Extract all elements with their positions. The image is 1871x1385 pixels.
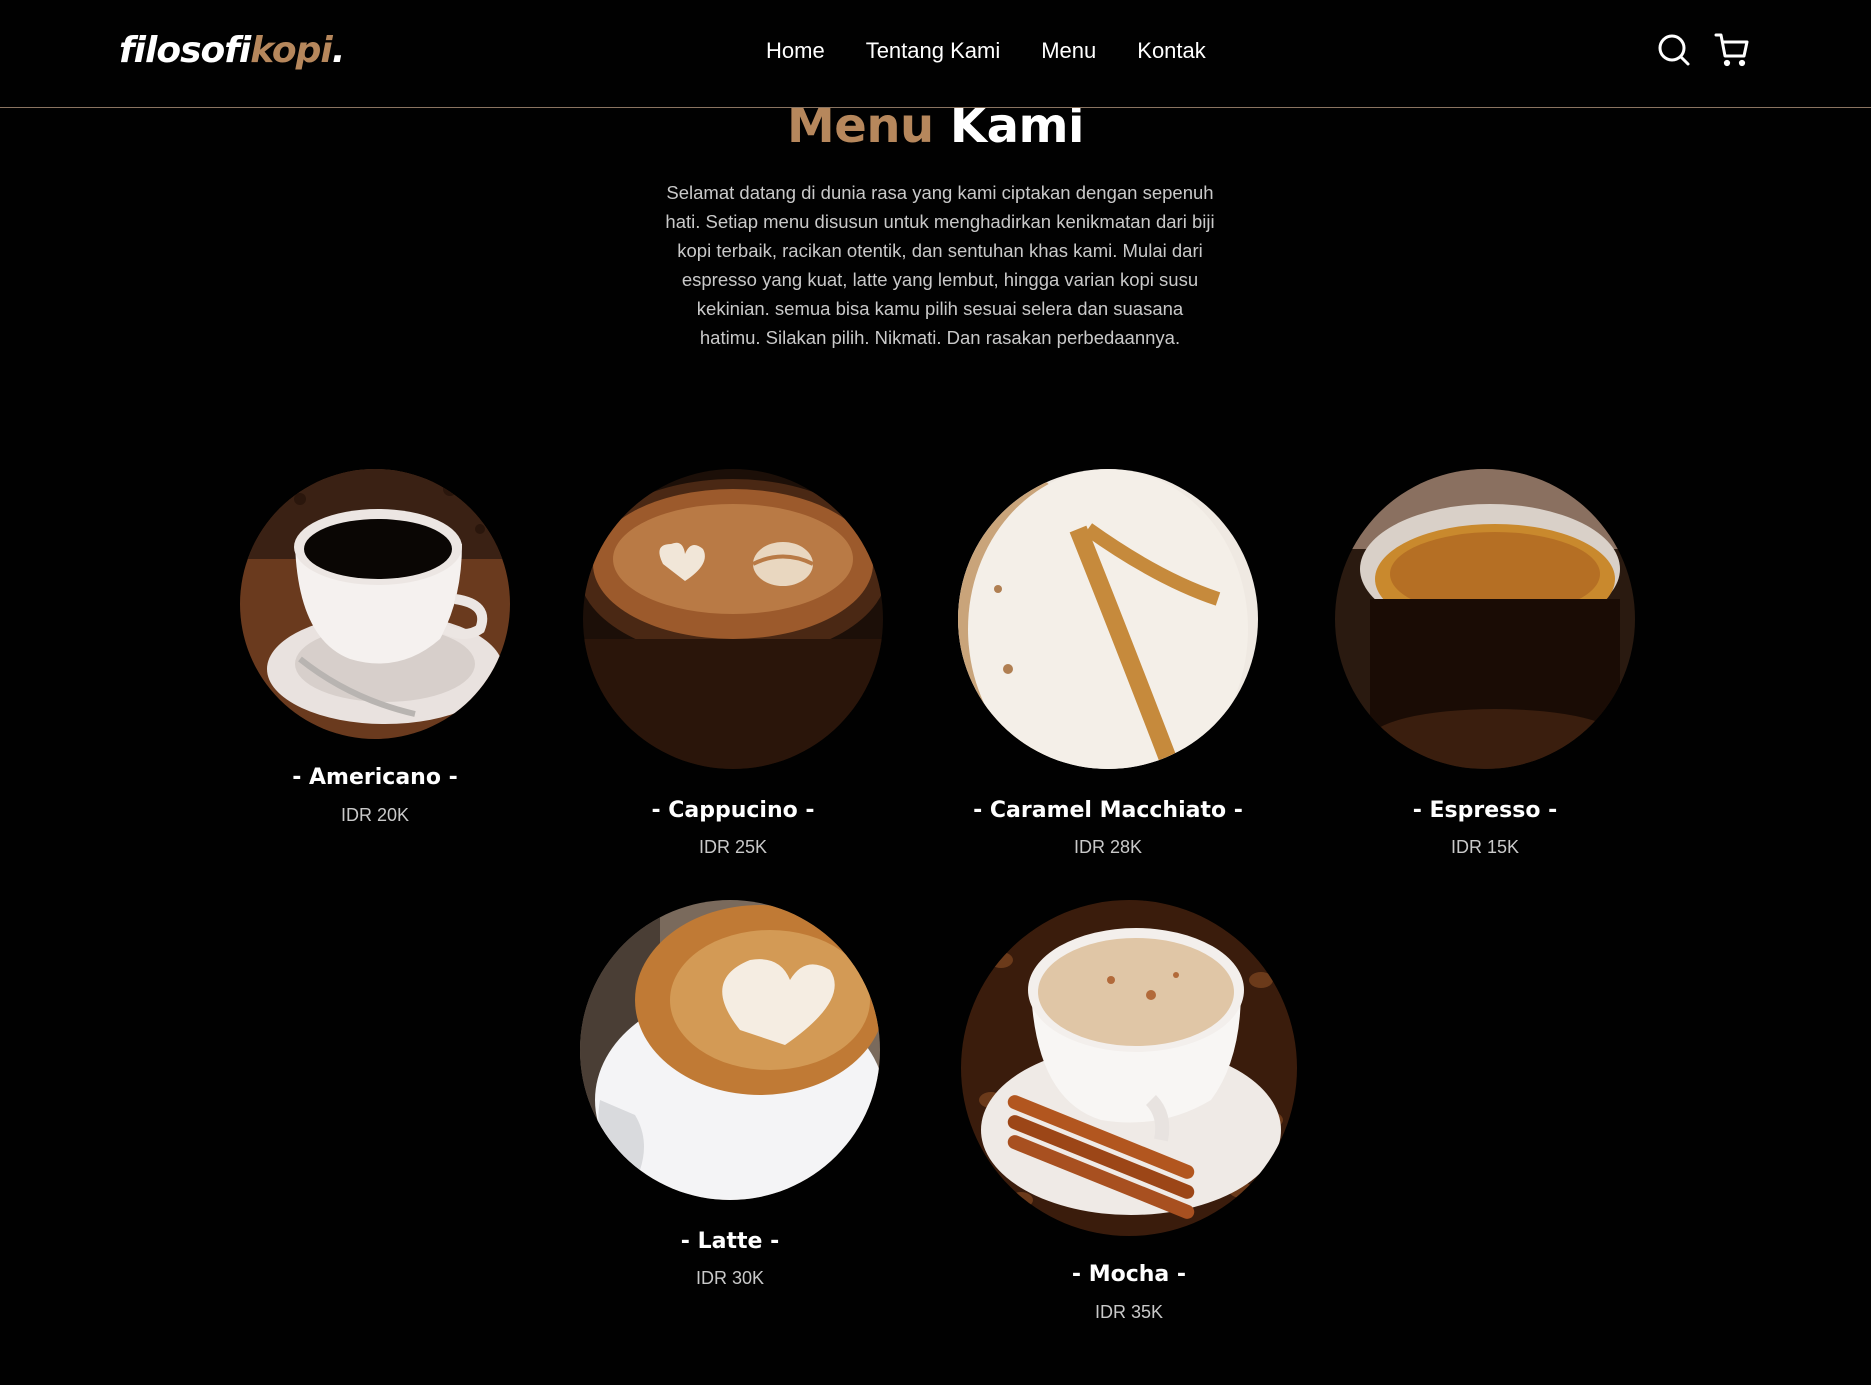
menu-image-mocha [961,900,1297,1236]
menu-card-caramel-macchiato[interactable]: - Caramel Macchiato - IDR 28K [938,469,1278,861]
nav-link-tentang-kami[interactable]: Tentang Kami [866,38,1001,64]
menu-image-caramel-macchiato [958,469,1258,769]
cart-icon[interactable] [1714,32,1750,68]
nav-links: Home Tentang Kami Menu Kontak [766,38,1247,64]
search-icon[interactable] [1656,32,1692,68]
logo-main: filosofi [119,30,251,71]
brand-logo[interactable]: filosofikopi. [119,30,346,71]
logo-accent: kopi [250,30,332,71]
menu-price-latte: IDR 30K [695,1268,765,1288]
menu-card-latte[interactable]: - Latte - IDR 30K [579,900,881,1292]
menu-card-espresso[interactable]: - Espresso - IDR 15K [1334,469,1636,861]
menu-price-cappucino: IDR 25K [698,837,768,857]
menu-card-americano[interactable]: - Americano - IDR 20K [239,469,511,829]
menu-name-latte: - Latte - [680,1229,780,1254]
menu-price-caramel-macchiato: IDR 28K [1073,837,1143,857]
menu-price-americano: IDR 20K [340,805,410,825]
nav-link-home[interactable]: Home [766,38,825,64]
menu-name-mocha: - Mocha - [1071,1262,1187,1287]
menu-name-americano: - Americano - [292,765,458,790]
menu-image-latte [580,900,880,1200]
nav-link-kontak[interactable]: Kontak [1137,38,1206,64]
menu-image-americano [240,469,510,739]
menu-card-cappucino[interactable]: - Cappucino - IDR 25K [582,469,884,861]
menu-card-mocha[interactable]: - Mocha - IDR 35K [959,900,1299,1330]
menu-image-cappucino [583,469,883,769]
nav-link-menu[interactable]: Menu [1041,38,1096,64]
intro-paragraph: Selamat datang di dunia rasa yang kami c… [665,182,1215,348]
navbar: filosofikopi. Home Tentang Kami Menu Kon… [0,0,1871,108]
menu-name-caramel-macchiato: - Caramel Macchiato - [973,798,1243,823]
menu-price-espresso: IDR 15K [1450,837,1520,857]
nav-icons [1656,32,1750,68]
menu-image-espresso [1335,469,1635,769]
menu-name-cappucino: - Cappucino - [651,798,815,823]
menu-price-mocha: IDR 35K [1094,1302,1164,1322]
menu-name-espresso: - Espresso - [1412,798,1558,823]
logo-dot: . [331,30,346,71]
